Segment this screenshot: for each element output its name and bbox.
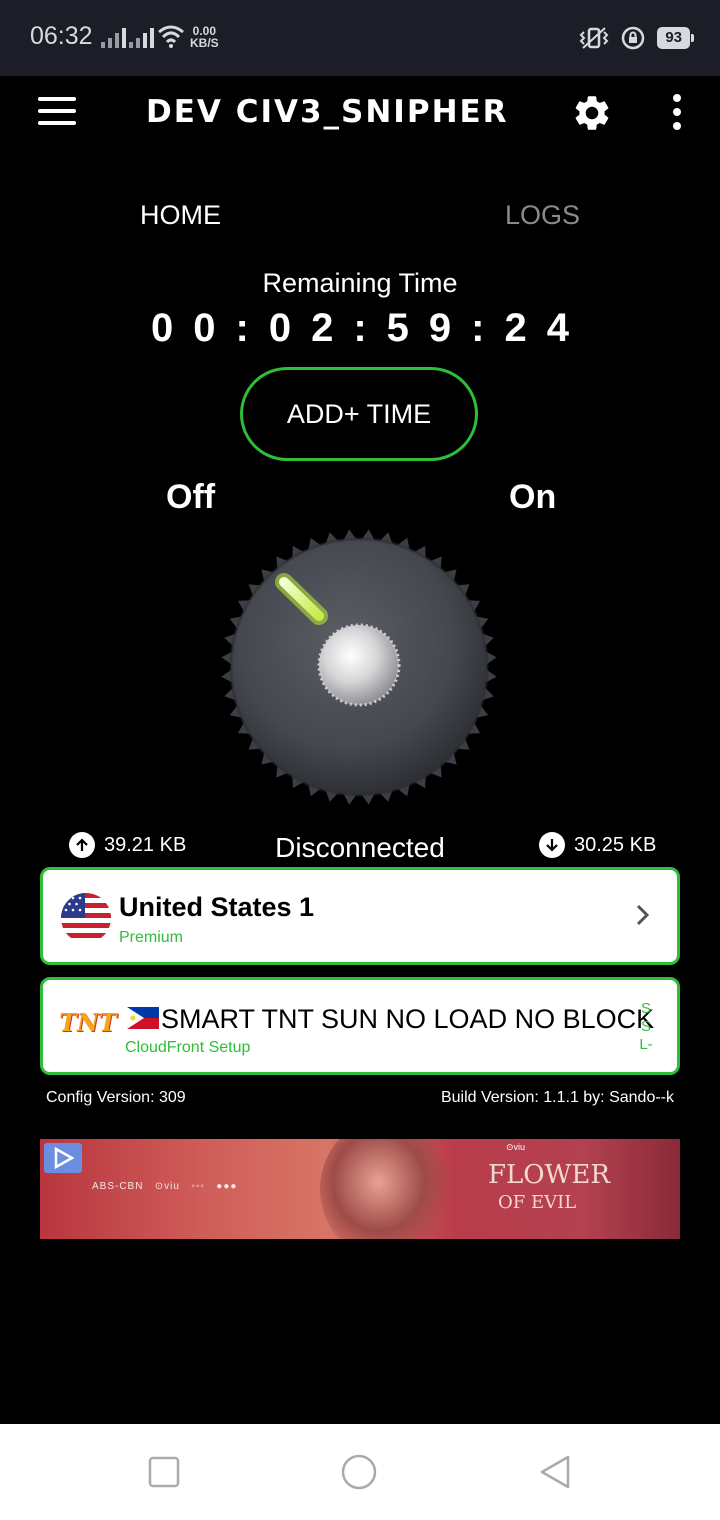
ad-image — [320, 1139, 450, 1239]
battery-icon: 93 — [657, 27, 694, 49]
config-version: Config Version: 309 — [46, 1089, 186, 1106]
more-vertical-icon[interactable] — [672, 94, 682, 130]
hamburger-icon[interactable] — [38, 97, 76, 125]
config-subtitle: CloudFront Setup — [125, 1039, 251, 1056]
switch-on-label: On — [509, 478, 557, 516]
signal-icon — [129, 26, 154, 48]
chevron-right-icon — [636, 904, 650, 926]
home-icon[interactable] — [341, 1454, 377, 1490]
ad-brand: ⊙viu — [506, 1142, 526, 1152]
config-selector[interactable]: TNT SMART TNT SUN NO LOAD NO BLOCK Cloud… — [40, 977, 680, 1075]
remaining-time-value: 00:02:59:24 — [151, 306, 589, 350]
gear-icon[interactable] — [571, 92, 613, 134]
ad-play-icon — [44, 1143, 82, 1173]
server-selector[interactable]: United States 1 Premium — [40, 867, 680, 965]
switch-off-label: Off — [166, 478, 216, 516]
download-traffic: 30.25 KB — [539, 832, 656, 858]
ph-flag-icon — [127, 1007, 159, 1029]
vibrate-icon — [579, 27, 609, 49]
ad-banner[interactable]: ABS-CBN ⊙viu ◦◦◦ ●●● ⊙viu FLOWER OF EVIL — [40, 1139, 680, 1239]
server-tier: Premium — [119, 929, 184, 946]
app-title: DEV CIV3_SNIPHER — [146, 94, 509, 130]
protocol-label: S S L- — [639, 1000, 653, 1053]
back-icon[interactable] — [538, 1454, 574, 1490]
remaining-time-label: Remaining Time — [262, 268, 458, 298]
ad-partner-logos: ABS-CBN ⊙viu ◦◦◦ ●●● — [92, 1181, 238, 1192]
status-bar: 06:32 0.00 KB/S 93 — [0, 0, 720, 76]
lock-rotation-icon — [622, 26, 645, 50]
system-nav-bar — [0, 1424, 720, 1520]
tab-home[interactable]: HOME — [140, 200, 221, 231]
recent-apps-icon[interactable] — [146, 1454, 182, 1490]
build-version: Build Version: 1.1.1 by: Sando--k — [440, 1089, 674, 1106]
us-flag-icon — [61, 893, 111, 943]
ad-title: FLOWER OF EVIL — [488, 1160, 610, 1213]
signal-icon — [101, 26, 126, 48]
tnt-logo: TNT — [59, 1008, 117, 1037]
add-time-button[interactable]: ADD+ TIME — [240, 367, 478, 461]
tab-logs[interactable]: LOGS — [505, 200, 580, 231]
network-speed: 0.00 KB/S — [190, 24, 219, 50]
config-name: SMART TNT SUN NO LOAD NO BLOCK — [161, 1004, 655, 1034]
status-time: 06:32 — [30, 22, 93, 50]
wifi-icon — [158, 25, 184, 48]
server-name: United States 1 — [119, 892, 315, 922]
arrow-down-icon — [539, 832, 565, 858]
download-value: 30.25 KB — [574, 833, 657, 856]
power-knob[interactable] — [216, 527, 502, 807]
app-bar: DEV CIV3_SNIPHER — [0, 76, 720, 148]
